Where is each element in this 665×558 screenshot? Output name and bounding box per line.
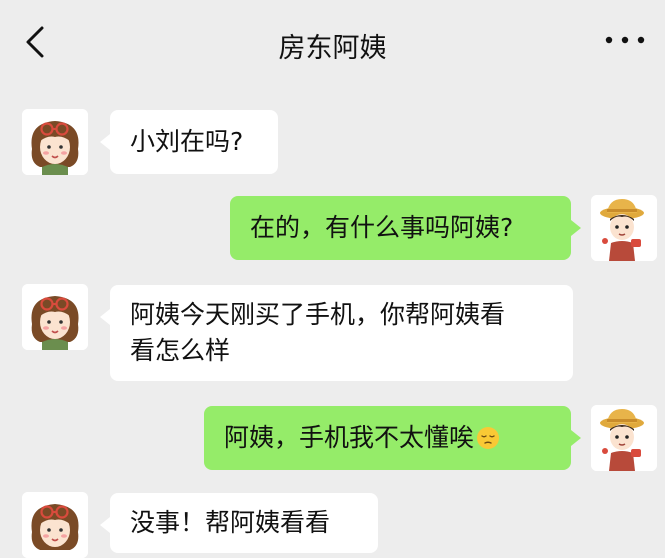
message-text: 阿姨，手机我不太懂唉 — [224, 423, 475, 452]
landlady-avatar[interactable] — [22, 109, 88, 175]
more-dots-icon[interactable] — [603, 34, 647, 46]
bubble-tail — [571, 220, 581, 236]
bubble-tail — [100, 517, 110, 533]
bubble-tail — [571, 430, 581, 446]
bubble-tail — [100, 309, 110, 325]
message-text: 没事！帮阿姨看看 — [130, 508, 331, 537]
message-text: 小刘在吗? — [130, 127, 244, 156]
message-text: 在的，有什么事吗阿姨? — [250, 213, 514, 242]
my-avatar[interactable] — [591, 195, 657, 261]
outgoing-message[interactable]: 在的，有什么事吗阿姨? — [230, 196, 571, 260]
landlady-avatar[interactable] — [22, 492, 88, 558]
chat-title: 房东阿姨 — [278, 33, 387, 64]
incoming-message[interactable]: 没事！帮阿姨看看 — [110, 493, 378, 553]
chat-header: 房东阿姨 — [0, 0, 665, 84]
incoming-message[interactable]: 阿姨今天刚买了手机，你帮阿姨看 看怎么样 — [110, 285, 573, 381]
my-avatar[interactable] — [591, 405, 657, 471]
incoming-message[interactable]: 小刘在吗? — [110, 110, 278, 174]
outgoing-message[interactable]: 阿姨，手机我不太懂唉 — [204, 406, 571, 470]
landlady-avatar[interactable] — [22, 284, 88, 350]
message-text: 阿姨今天刚买了手机，你帮阿姨看 看怎么样 — [130, 300, 506, 365]
pensive-face-emoji-icon — [477, 427, 500, 449]
bubble-tail — [100, 134, 110, 150]
